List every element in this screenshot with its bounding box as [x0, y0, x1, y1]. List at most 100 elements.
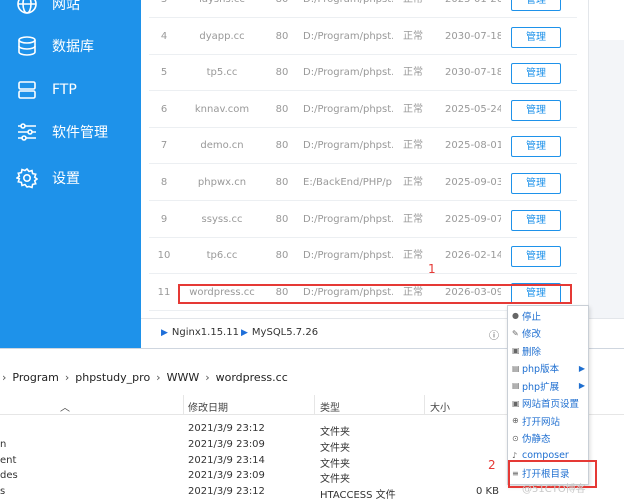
- site-number: 4: [160, 31, 168, 42]
- server-icon: [16, 79, 38, 101]
- rewrite-icon: ⊙: [512, 433, 519, 443]
- menu-item-edit[interactable]: ✎ 修改: [508, 325, 588, 343]
- site-expiry-date: 2025-01-26: [445, 0, 501, 18]
- php-icon: ▤: [512, 363, 520, 373]
- site-name: dyapp.cc: [199, 31, 245, 42]
- breadcrumb[interactable]: › Program › phpstudy_pro › WWW › wordpre…: [0, 365, 510, 389]
- menu-item-delete[interactable]: ▣ 删除: [508, 342, 588, 360]
- sidebar-item-website[interactable]: 网站: [0, 0, 141, 26]
- panel-background: [589, 40, 624, 318]
- manage-button[interactable]: 管理: [511, 210, 561, 231]
- site-status: 正常: [403, 67, 423, 78]
- site-number: 5: [160, 67, 168, 78]
- chevron-right-icon: ›: [2, 370, 7, 384]
- sidebar-item-software[interactable]: 软件管理: [0, 110, 141, 154]
- panel-top-area: [589, 0, 624, 40]
- chevron-right-icon: ›: [205, 370, 210, 384]
- screenshot: { "sidebar": { "items": [ {"label": "网站"…: [0, 0, 624, 500]
- highlight-box-wordpress-row: [178, 284, 572, 304]
- site-name: laysns.cc: [177, 0, 267, 18]
- file-type: 文件夹: [320, 427, 350, 438]
- site-port: 80: [275, 177, 289, 188]
- manage-button[interactable]: 管理: [511, 173, 561, 194]
- site-number: 3: [151, 0, 177, 18]
- table-row: 4 dyapp.cc 80 D:/Program/phpst... 正常 203…: [149, 19, 577, 55]
- file-date: 2021/3/9 23:14: [188, 455, 265, 466]
- site-expiry-date: 2030-07-18: [445, 31, 501, 42]
- site-number: 10: [157, 250, 171, 261]
- menu-item-rewrite[interactable]: ⊙ 伪静态: [508, 430, 588, 448]
- manage-button[interactable]: 管理: [511, 246, 561, 267]
- menu-item-label: 修改: [522, 329, 542, 341]
- menu-item-label: 网站首页设置: [522, 399, 580, 411]
- submenu-arrow-icon: ▶: [578, 381, 585, 391]
- breadcrumb-item[interactable]: wordpress.cc: [216, 371, 288, 384]
- column-header-type[interactable]: 类型: [320, 399, 340, 414]
- site-status: 正常: [403, 177, 423, 188]
- menu-item-label: php扩展: [522, 381, 560, 393]
- site-path: D:/Program/phpst...: [303, 67, 393, 78]
- column-divider: [314, 395, 315, 415]
- menu-item-homepage-settings[interactable]: ▣ 网站首页设置: [508, 395, 588, 413]
- nginx-version: Nginx1.15.11: [171, 327, 239, 338]
- gear-icon: [16, 167, 38, 189]
- site-port: 80: [275, 214, 289, 225]
- sidebar-item-ftp[interactable]: FTP: [0, 68, 141, 112]
- table-row: 9 ssyss.cc 80 D:/Program/phpst... 正常 202…: [149, 202, 577, 238]
- globe-icon: [16, 0, 38, 15]
- column-header-size[interactable]: 大小: [430, 399, 450, 414]
- manage-button[interactable]: 管理: [511, 100, 561, 121]
- site-port: 80: [275, 250, 289, 261]
- submenu-arrow-icon: ▶: [578, 363, 585, 373]
- manage-button[interactable]: 管理: [511, 136, 561, 157]
- site-name: phpwx.cn: [197, 177, 247, 188]
- extension-icon: ▤: [512, 381, 520, 391]
- mysql-service[interactable]: ▶ MySQL5.7.26: [241, 327, 318, 338]
- sidebar-item-label: 网站: [52, 0, 80, 13]
- menu-item-php-extension[interactable]: ▤ php扩展 ▶: [508, 377, 588, 395]
- site-number: 11: [157, 287, 171, 298]
- site-name: knnav.com: [194, 104, 250, 115]
- manage-button[interactable]: 管理: [511, 27, 561, 48]
- site-expiry-date: 2025-09-07: [445, 214, 501, 225]
- column-divider: [424, 395, 425, 415]
- menu-item-open-website[interactable]: ⊕ 打开网站: [508, 412, 588, 430]
- site-name: tp5.cc: [206, 67, 238, 78]
- breadcrumb-item[interactable]: phpstudy_pro: [75, 371, 150, 384]
- manage-button[interactable]: 管理: [511, 0, 561, 11]
- sort-up-icon: ︿: [60, 403, 70, 414]
- file-name: des: [0, 470, 18, 481]
- site-path: D:/Program/phpst...: [303, 0, 393, 18]
- manage-button[interactable]: 管理: [511, 63, 561, 84]
- breadcrumb-item[interactable]: WWW: [167, 371, 200, 384]
- column-header-date[interactable]: 修改日期: [188, 399, 228, 414]
- sidebar-item-settings[interactable]: 设置: [0, 156, 141, 200]
- composer-icon: ♪: [512, 451, 518, 461]
- chevron-right-icon: ›: [156, 370, 161, 384]
- breadcrumb-item[interactable]: Program: [12, 371, 58, 384]
- table-row: 10 tp6.cc 80 D:/Program/phpst... 正常 2026…: [149, 238, 577, 274]
- menu-item-label: 停止: [522, 311, 542, 323]
- menu-item-label: 删除: [522, 346, 542, 358]
- edit-icon: ✎: [512, 328, 519, 338]
- menu-item-php-version[interactable]: ▤ php版本 ▶: [508, 360, 588, 378]
- nginx-service[interactable]: ▶ Nginx1.15.11: [161, 327, 239, 338]
- site-path: E:/BackEnd/PHP/p...: [303, 177, 393, 188]
- site-status: 正常: [403, 104, 423, 115]
- site-port: 80: [275, 140, 289, 151]
- site-expiry-date: 2025-09-03: [445, 177, 501, 188]
- site-expiry-date: 2025-08-01: [445, 140, 501, 151]
- file-size: 0 KB: [476, 486, 499, 497]
- site-port: 80: [275, 67, 289, 78]
- info-icon[interactable]: ⓘ: [489, 327, 499, 342]
- table-row: 3 laysns.cc 80 D:/Program/phpst... 正常 20…: [149, 0, 577, 18]
- home-icon: ▣: [512, 398, 520, 408]
- globe-icon: ⊕: [512, 416, 519, 426]
- menu-item-stop[interactable]: ● 停止: [508, 307, 588, 325]
- sidebar-item-database[interactable]: 数据库: [0, 24, 141, 68]
- site-name: tp6.cc: [206, 250, 238, 261]
- site-number: 7: [160, 140, 168, 151]
- file-type: 文件夹: [320, 443, 350, 454]
- site-path: D:/Program/phpst...: [303, 140, 393, 151]
- column-divider: [183, 395, 184, 415]
